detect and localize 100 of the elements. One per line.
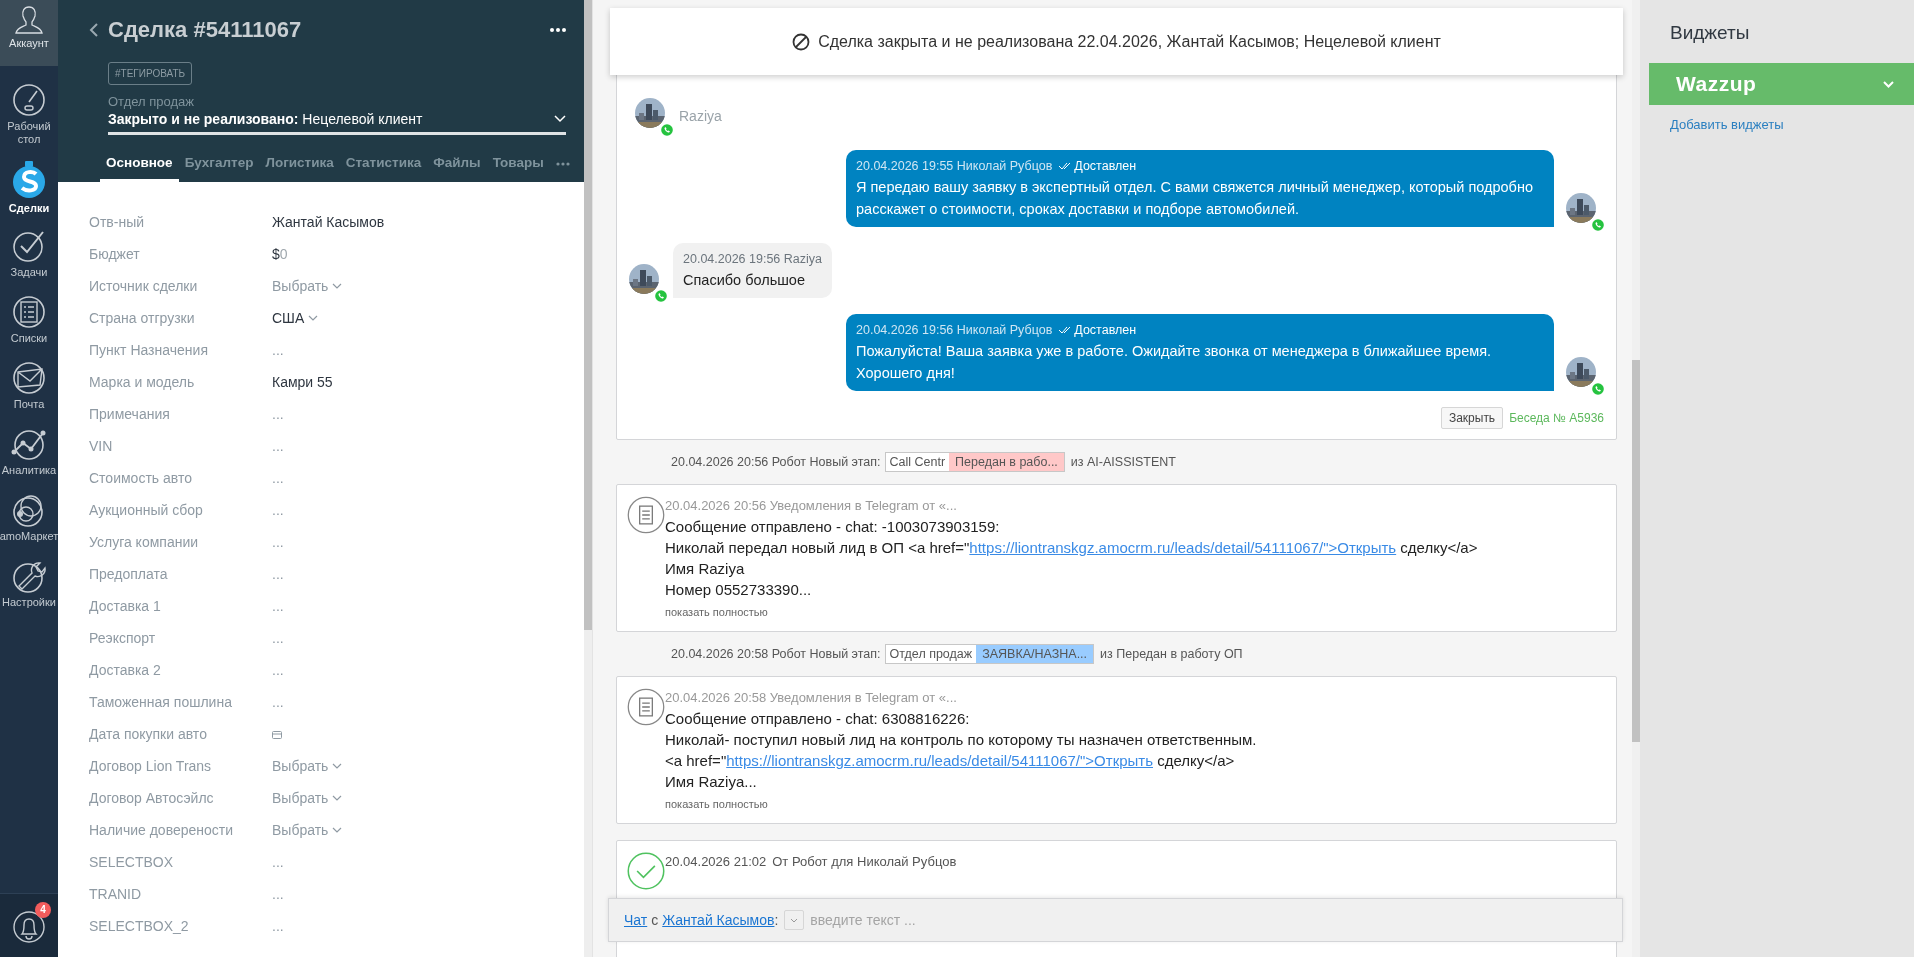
tab[interactable]: Файлы [427,148,487,182]
pipeline-label: Отдел продаж [108,94,195,109]
field-placeholder[interactable]: ... [272,467,284,489]
field-select[interactable]: Выбрать [272,275,343,297]
field-label: Примечания [89,404,171,424]
message-meta: 20.04.2026 19:55 Николай Рубцов [856,158,1053,175]
note-line: Имя Raziya [665,559,746,579]
field-label: Отв-ный [89,212,145,232]
field-placeholder[interactable]: ... [272,627,284,649]
field-label: Реэкспорт [89,628,157,648]
nav-item[interactable]: Рабочий стол [0,66,58,154]
chat-input-text: с [651,910,659,930]
tab[interactable]: Основное [100,148,179,182]
nav-item[interactable]: Аналитика [0,418,58,484]
pipeline-tag: Отдел продаж [885,644,977,664]
field-value[interactable]: $0 [272,243,288,265]
field-label: Аукционный сбор [89,500,204,520]
note-line: <a href="https://liontranskgz.amocrm.ru/leads/detail/54111067/">Открыть сделку</a> [665,751,1236,771]
field-placeholder[interactable]: ... [272,915,284,937]
field-placeholder[interactable]: ... [272,883,284,905]
delivery-status: Доставлен [1074,158,1137,175]
field-placeholder[interactable]: ... [272,403,284,425]
note-line: Номер 0552733390... [665,580,813,600]
contact-name: Raziya [679,106,722,126]
tag-button[interactable]: #ТЕГИРОВАТЬ [108,62,193,85]
field-select[interactable]: Выбрать [272,755,343,777]
note-line: Николай- поступил новый лид на контроль по которому ты назначен ответственным. [665,730,1257,750]
field-label: Доставка 1 [89,596,162,616]
event-text: из AI-AISSISTENT [1070,453,1176,471]
status-dropdown[interactable]: Закрыто и не реализовано: Нецелевой клиент [108,111,566,135]
field-label: Стоимость авто [89,468,193,488]
field-label: TRANID [89,884,143,904]
nav-item[interactable]: Задачи [0,220,58,286]
event-text: из Передан в работу ОП [1100,645,1243,663]
pipeline-tag: Call Centr [885,452,950,472]
message-text: Пожалуйста! Ваша заявка уже в работе. Ожидайте звонка от менеджера в ближайшее время. Хорошего дня! [856,342,1493,383]
lead-title: Сделка #54111067 [108,19,302,41]
field-label: Марка и модель [89,372,196,392]
notification-badge: 4 [35,901,51,918]
chat-composer[interactable]: Чат с Жантай Касымов: введите текст ... [608,898,1623,942]
widget-name: Wazzup [1676,71,1758,98]
field-value[interactable]: Жантай Касымов [272,211,385,233]
field-placeholder[interactable]: ... [272,563,284,585]
task-time: 20.04.2026 21:02 [665,853,767,871]
note-header: 20.04.2026 20:56 Уведомления в Telegram от «... [665,497,958,515]
field-label: Источник сделки [89,276,199,296]
field-placeholder[interactable]: ... [272,595,284,617]
account-button[interactable]: Аккаунт [0,0,58,66]
field-select[interactable]: Выбрать [272,819,343,841]
tab[interactable]: Статистика [339,148,428,182]
nav-item[interactable]: amoМаркет [0,484,58,550]
tab[interactable]: Товары [486,148,550,182]
note-line: Николай передал новый лид в ОП <a href="https://liontranskgz.amocrm.ru/leads/detail/54111067/">Открыть сделку</a> [665,538,1478,558]
note-line: Имя Raziya... [665,772,758,792]
field-select[interactable]: Выбрать [272,787,343,809]
event-text: 20.04.2026 20:58 Робот Новый этап: [671,645,881,663]
message-meta: 20.04.2026 19:56 Raziya [683,251,822,268]
field-label: Бюджет [89,244,141,264]
field-placeholder[interactable]: ... [272,531,284,553]
nav-item[interactable]: Настройки [0,550,58,616]
delivery-status: Доставлен [1074,322,1137,339]
nav-item[interactable]: Списки [0,286,58,352]
field-placeholder[interactable]: ... [272,691,284,713]
add-widgets-link[interactable]: Добавить виджеты [1670,115,1784,135]
message-text: Спасибо большое [683,271,806,290]
field-placeholder[interactable]: ... [272,435,284,457]
tab[interactable]: Бухгалтер [178,148,260,182]
message-input[interactable]: введите текст ... [810,905,1616,935]
field-label: Доставка 2 [89,660,162,680]
nav-item[interactable]: Сделки [0,154,58,220]
event-text: 20.04.2026 20:56 Робот Новый этап: [671,453,881,471]
field-placeholder[interactable]: ... [272,339,284,361]
note-link[interactable]: https://liontranskgz.amocrm.ru/leads/detail/54111067/">Открыть [726,752,1153,769]
show-more-link[interactable]: показать полностью [665,796,1257,812]
banner-text: Сделка закрыта и не реализована 22.04.2026, Жантай Касымов; Нецелевой клиент [818,31,1441,52]
widget-header[interactable]: Wazzup [1649,63,1914,105]
chat-link[interactable]: Чат [624,909,648,931]
field-label: Договор Автосэйлс [89,788,215,808]
message-text: Я передаю вашу заявку в экспертный отдел. С вами свяжется личный менеджер, который подробно расскажет о стоимости, сроках доставки и подборе автомобилей. [856,178,1534,219]
field-label: Таможенная пошлина [89,692,233,712]
field-placeholder[interactable]: ... [272,659,284,681]
field-label: Страна отгрузки [89,308,196,328]
field-value[interactable]: Камри 55 [272,371,333,393]
chat-input-text: : [774,910,779,930]
field-label: VIN [89,436,114,456]
note-header: 20.04.2026 20:58 Уведомления в Telegram от «... [665,689,958,707]
field-label: Наличие доверености [89,820,235,840]
tab[interactable]: Логистика [259,148,340,182]
field-label: SELECTBOX_2 [89,916,190,936]
field-label: Пункт Назначения [89,340,209,360]
show-more-link[interactable]: показать полностью [665,604,1478,620]
field-label: Услуга компании [89,532,200,552]
task-header: От Робот для Николай Рубцов [772,853,957,871]
nav-item[interactable]: Почта [0,352,58,418]
stage-tag: ЗАЯВКА/НАЗНА... [976,645,1094,663]
field-placeholder[interactable]: ... [272,499,284,521]
field-placeholder[interactable]: ... [272,851,284,873]
close-button[interactable]: Закрыть [1440,407,1504,429]
note-link[interactable]: https://liontranskgz.amocrm.ru/leads/detail/54111067/">Открыть [969,539,1397,556]
field-select[interactable]: США [272,307,319,329]
